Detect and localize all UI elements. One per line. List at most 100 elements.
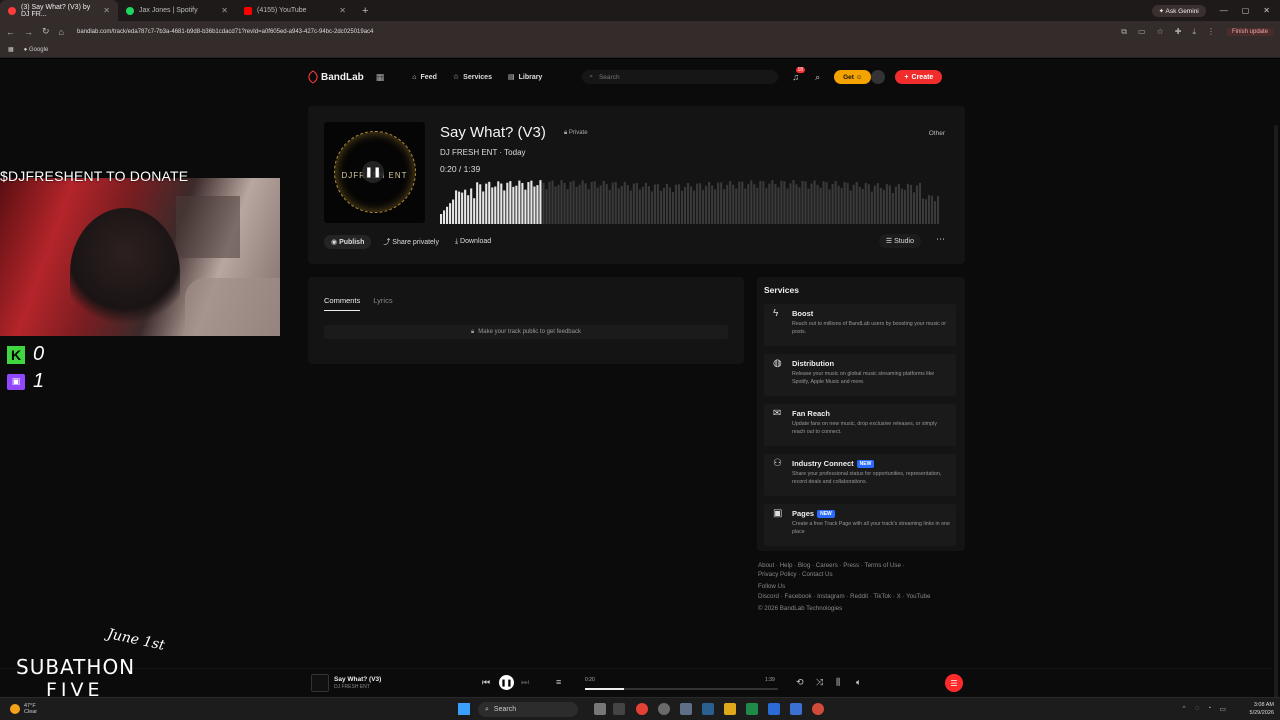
waveform-bar [500,183,503,224]
search-input[interactable]: ⌕ Search [582,70,779,84]
reload-icon[interactable]: ↻ [42,26,50,37]
waveform-bar [677,184,681,224]
nav-feed[interactable]: ⌂ Feed [412,74,437,81]
tab-lyrics[interactable]: Lyrics [373,296,392,311]
get-membership-button[interactable]: Get ☺ [834,70,872,84]
close-window-icon[interactable]: ✕ [1263,6,1270,15]
waveform-bar [467,195,470,224]
weather-widget[interactable]: 47°F Clear [24,703,37,715]
clock[interactable]: 3:08 AM 5/29/2026 [1250,701,1274,717]
pause-icon[interactable]: ❚❚ [362,161,384,183]
taskbar-search[interactable]: ⌕ Search [478,702,578,717]
task-view-icon[interactable] [594,703,606,715]
tab-comments[interactable]: Comments [324,296,361,311]
menu-dots-icon[interactable]: ⋮ [1207,27,1215,36]
service-fan-reach[interactable]: ✉ Fan Reach Update fans on new music, dr… [764,404,956,446]
app-icon[interactable] [680,703,692,715]
waveform[interactable] [440,176,940,224]
bookmark-google[interactable]: ● Google [24,47,49,53]
player-thumbnail[interactable] [311,674,329,692]
browser-tab-bandlab[interactable]: (3) Say What? (V3) by DJ FR... ✕ [0,0,118,21]
scrollbar[interactable] [1272,59,1280,720]
widgets-icon[interactable] [613,703,625,715]
publish-button[interactable]: ◉ Publish [324,235,372,249]
scrollbar-thumb[interactable] [1274,125,1278,720]
player-menu-button[interactable]: ☰ [945,674,963,692]
next-icon[interactable]: ⏭︎ [521,677,529,688]
weather-icon[interactable] [10,704,20,714]
browser-tab-spotify[interactable]: Jax Jones | Spotify ✕ [118,0,236,21]
waveform-bar [650,191,653,224]
studio-button[interactable]: ☰ Studio [878,234,921,248]
chrome-icon[interactable] [636,703,648,715]
ask-gemini-button[interactable]: ✦ Ask Gemini [1151,4,1206,17]
queue-icon[interactable]: ≡ [556,677,561,687]
volume-icon[interactable]: 🔈︎ [856,677,861,688]
extension-icon[interactable]: ⧉ [1121,27,1127,37]
volume-icon[interactable]: ◔ [1207,705,1211,713]
close-tab-icon[interactable]: ✕ [339,6,346,15]
track-cover-art[interactable]: DJFRESH ENT ❚❚ [324,122,425,223]
create-button[interactable]: + Create [895,70,943,84]
windows-start-icon[interactable] [458,703,470,715]
library-icon: ▤ [507,74,515,81]
avatar[interactable] [871,70,886,84]
waveform-bar [720,182,723,224]
url-field[interactable]: bandlab.com/track/eda787c7-7b3a-4681-b9d… [77,29,373,35]
finish-update-button[interactable]: Finish update [1225,27,1274,36]
back-icon[interactable]: ← [6,27,15,37]
app-icon[interactable] [790,703,802,715]
messages-search-icon[interactable]: ⌕ [815,72,820,83]
notifications-button[interactable]: ♫ 18 [792,67,806,82]
nav-library[interactable]: ▤ Library [507,73,542,82]
waveform-bar [891,192,894,224]
battery-icon[interactable]: ▭ [1219,705,1226,713]
waveform-bar [641,186,644,224]
privacy-badge: 🔒︎ Private [564,130,588,136]
bandlab-logo[interactable]: BandLab [305,69,364,85]
share-privately-button[interactable]: ⤴ Share privately [379,234,443,250]
close-tab-icon[interactable]: ✕ [221,6,228,15]
repeat-icon[interactable]: ⟲ [796,677,804,688]
forward-icon[interactable]: → [24,27,33,37]
download-button[interactable]: ⤓ Download [451,235,495,249]
obs-icon[interactable] [658,703,670,715]
waveform-bar [599,185,602,224]
player-track-title[interactable]: Say What? (V3) [334,676,381,683]
service-industry-connect[interactable]: ⚇ Industry Connect NEW Share your profess… [764,454,956,496]
nav-services[interactable]: ☆ Services [453,73,492,82]
player-pause-button[interactable]: ❚❚ [499,675,514,690]
footer-links[interactable]: About · Help · Blog · Careers · Press · … [758,561,968,570]
file-explorer-icon[interactable] [724,703,736,715]
apps-grid-icon[interactable]: ▦ [8,46,14,53]
download-icon[interactable]: ⤓ [1192,27,1196,37]
previous-icon[interactable]: ⏮︎ [482,677,490,688]
more-options-icon[interactable]: ⋯ [936,234,945,245]
network-icon[interactable]: ◌ [1195,705,1199,713]
maximize-window-icon[interactable]: ▢ [1242,6,1250,15]
cast-icon[interactable]: ▭ [1138,27,1146,36]
footer-links[interactable]: Privacy Policy · Contact Us [758,570,968,579]
player-artist[interactable]: DJ FRESH ENT [334,684,370,690]
artist-link[interactable]: DJ FRESH ENT [440,148,497,157]
app-icon[interactable] [812,703,824,715]
store-icon[interactable] [768,703,780,715]
chevron-up-icon[interactable]: ⌃ [1181,705,1187,713]
equalizer-icon[interactable]: ⫼ [836,677,840,688]
player-progress-bar[interactable] [585,688,778,690]
close-tab-icon[interactable]: ✕ [103,6,110,15]
bookmark-star-icon[interactable]: ☆ [1157,27,1164,36]
service-pages[interactable]: ▣ Pages NEW Create a free Track Page with… [764,504,956,546]
browser-tab-youtube[interactable]: (4155) YouTube ✕ [236,0,354,21]
app-icon[interactable] [746,703,758,715]
steam-icon[interactable] [702,703,714,715]
service-boost[interactable]: ϟ Boost Reach out to millions of BandLab… [764,304,956,346]
minimize-window-icon[interactable]: — [1220,6,1228,15]
social-links[interactable]: Discord · Facebook · Instagram · Reddit … [758,592,968,601]
shuffle-icon[interactable]: ⤨ [816,677,823,688]
home-icon[interactable]: ⌂ [59,27,64,37]
new-tab-button[interactable]: + [354,5,376,17]
service-distribution[interactable]: ◍ Distribution Release your music on glo… [764,354,956,396]
extensions-puzzle-icon[interactable]: ✚ [1175,27,1182,36]
apps-grid-icon[interactable]: ▦ [376,72,385,83]
